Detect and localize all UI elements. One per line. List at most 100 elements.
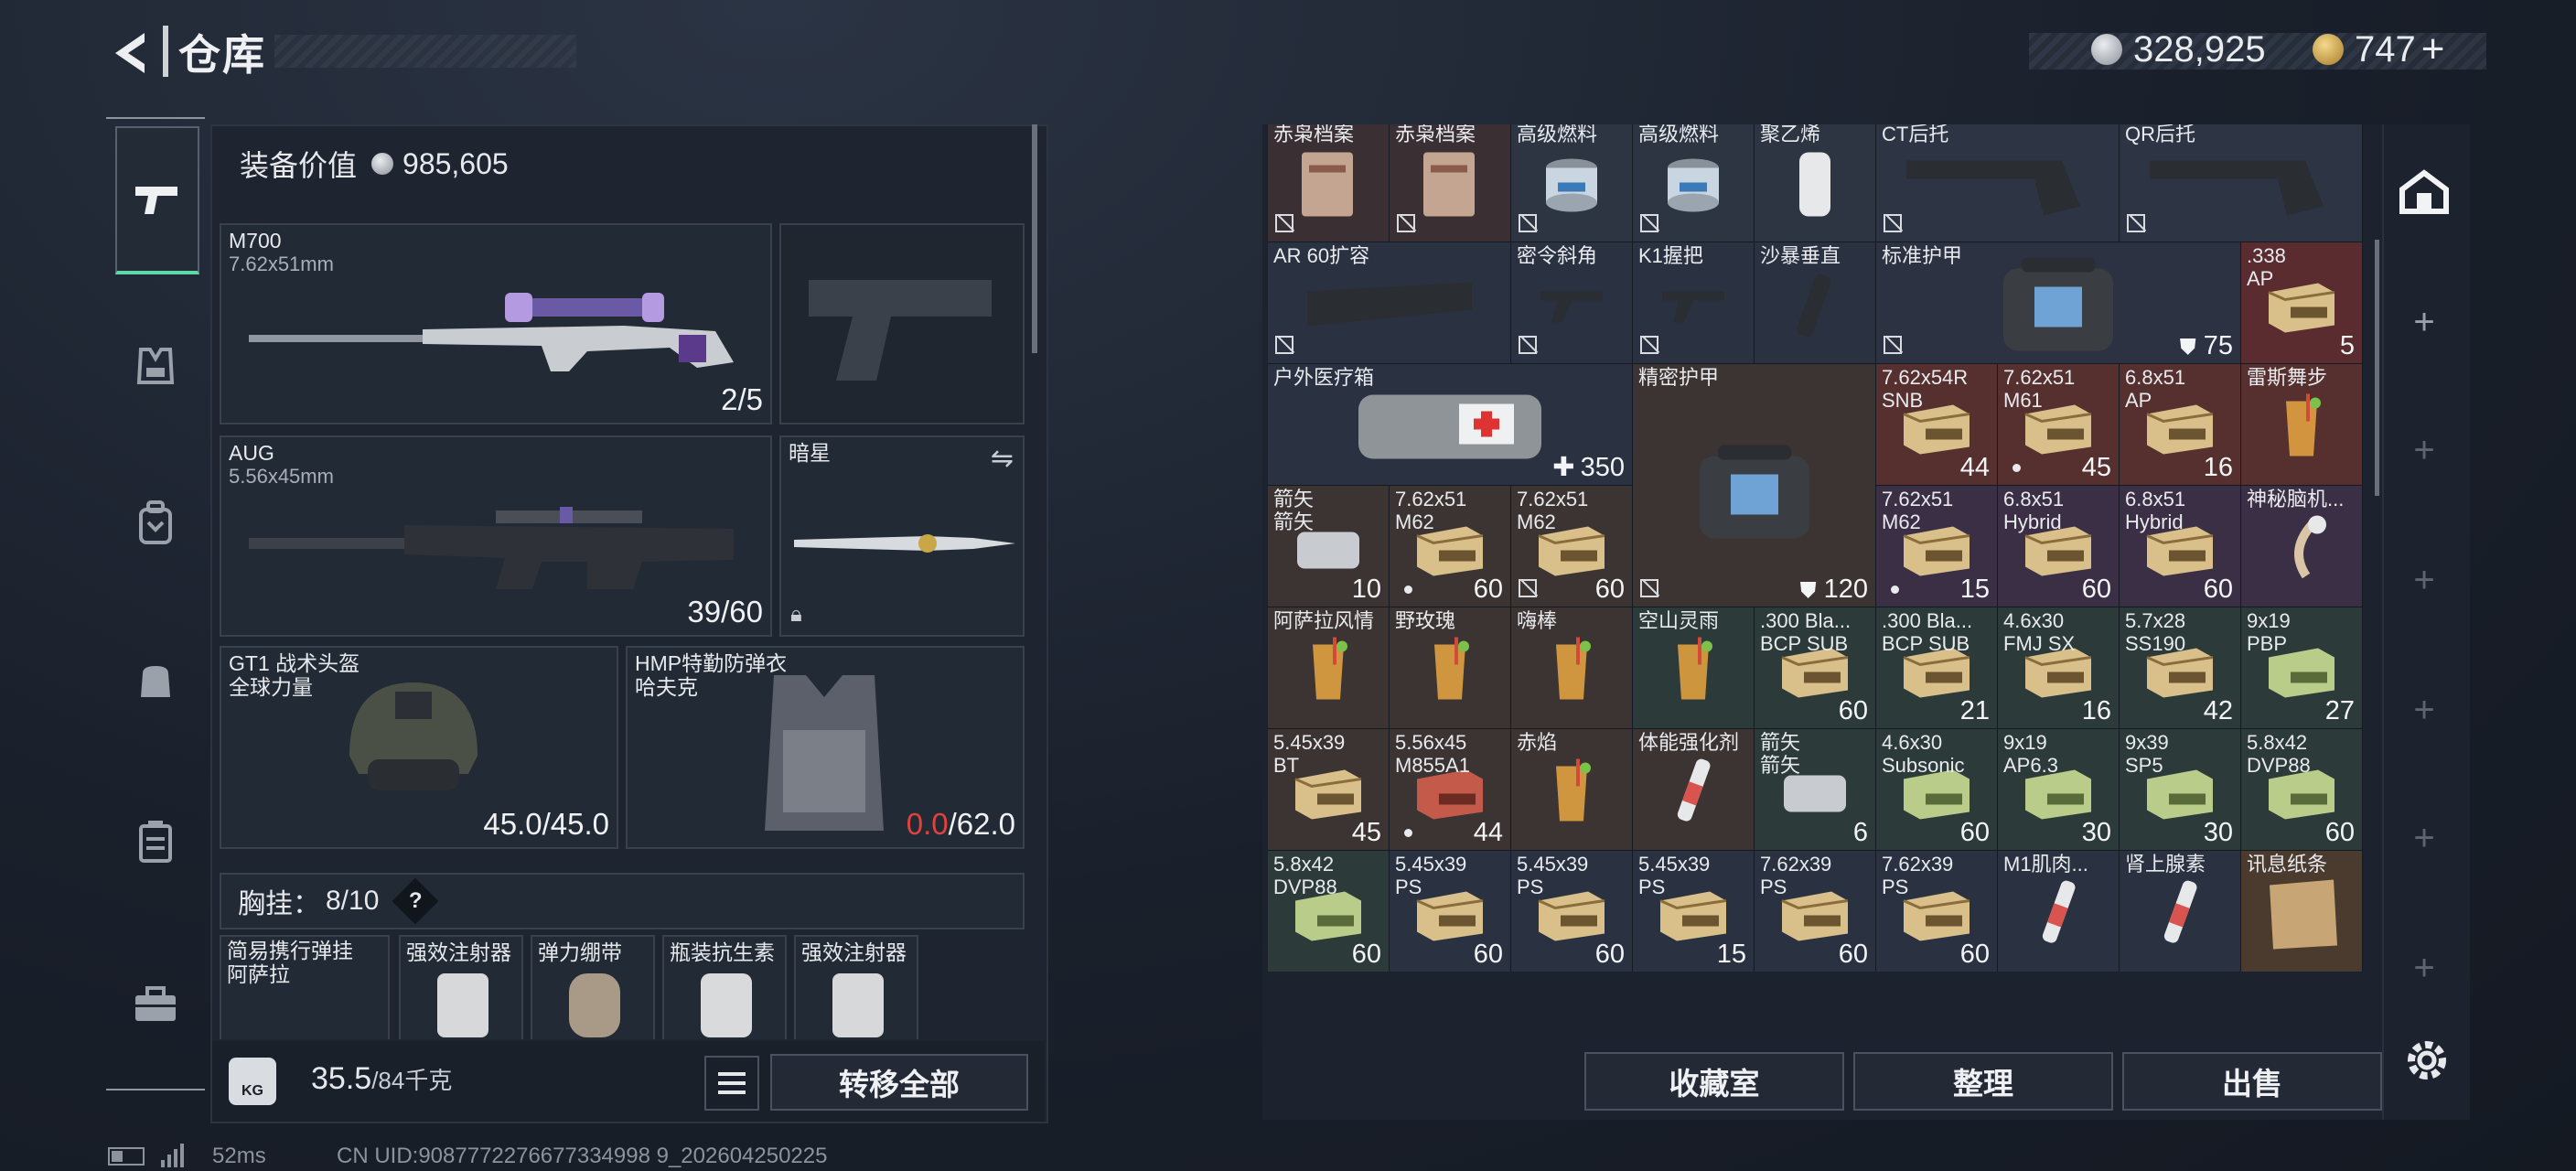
- inventory-item[interactable]: 7.62x54R SNB 44: [1876, 364, 1998, 486]
- inventory-item[interactable]: 7.62x39 PS 60: [1876, 851, 1998, 972]
- add-gold-icon[interactable]: +: [2421, 27, 2445, 72]
- nav-weapons[interactable]: [115, 126, 199, 274]
- inventory-item[interactable]: 沙暴垂直: [1755, 242, 1876, 364]
- inventory-item[interactable]: QR后托: [2120, 124, 2363, 242]
- item-count-value: 15: [1716, 940, 1746, 969]
- inventory-item[interactable]: .338 AP 5: [2241, 242, 2363, 364]
- inventory-item[interactable]: 6.8x51 Hybrid 60: [1998, 486, 2120, 607]
- inventory-item[interactable]: 神秘脑机...: [2241, 486, 2363, 607]
- inventory-scrollbar[interactable]: [2375, 240, 2379, 496]
- gear-scrollbar[interactable]: [1032, 124, 1037, 353]
- inventory-item[interactable]: 7.62x51 M62 60: [1390, 486, 1511, 607]
- nav-vest[interactable]: [115, 326, 196, 406]
- item-count: 60: [1474, 575, 1503, 605]
- inventory-item[interactable]: .300 Bla... BCP SUB 60: [1755, 607, 1876, 729]
- inventory-item[interactable]: 赤枭档案: [1268, 124, 1390, 242]
- inventory-item[interactable]: 雷斯舞步: [2241, 364, 2363, 486]
- inventory-item[interactable]: 标准护甲 ⛊ 75: [1876, 242, 2241, 364]
- inventory-item[interactable]: 野玫瑰: [1390, 607, 1511, 729]
- nav-toolbox[interactable]: [115, 964, 196, 1045]
- collection-room-button[interactable]: 收藏室: [1584, 1052, 1844, 1111]
- inventory-item[interactable]: 赤焰: [1511, 729, 1633, 851]
- swap-icon[interactable]: ⇋: [991, 443, 1014, 475]
- melee-slot[interactable]: 暗星 ⇋ 🔒︎: [779, 435, 1025, 637]
- helmet-icon: [349, 682, 478, 790]
- inventory-item[interactable]: 6.8x51 AP 16: [2120, 364, 2241, 486]
- add-tab-icon[interactable]: +: [2388, 931, 2461, 1004]
- helmet-slot[interactable]: GT1 战术头盔 全球力量 45.0/45.0: [220, 646, 618, 849]
- item-count: 45: [2082, 453, 2111, 483]
- inventory-item[interactable]: 7.62x39 PS 60: [1755, 851, 1876, 972]
- inventory-item[interactable]: 体能强化剂: [1633, 729, 1755, 851]
- inventory-item[interactable]: 精密护甲 ⛊ 120: [1633, 364, 1876, 607]
- nav-case[interactable]: [115, 801, 196, 882]
- nav-pouch[interactable]: [115, 640, 196, 721]
- inventory-item[interactable]: 高级燃料: [1511, 124, 1633, 242]
- inventory-item[interactable]: 嗨棒: [1511, 607, 1633, 729]
- chest-rig-item[interactable]: 弹力绷带: [531, 935, 655, 1039]
- transfer-all-button[interactable]: 转移全部: [770, 1054, 1028, 1111]
- inventory-item[interactable]: 空山灵雨: [1633, 607, 1755, 729]
- inventory-item[interactable]: CT后托: [1876, 124, 2120, 242]
- inventory-item[interactable]: .300 Bla... BCP SUB 21: [1876, 607, 1998, 729]
- inventory-item[interactable]: 7.62x51 M61 45: [1998, 364, 2120, 486]
- inventory-item[interactable]: 密令斜角: [1511, 242, 1633, 364]
- inventory-item[interactable]: 高级燃料: [1633, 124, 1755, 242]
- pistol-slot[interactable]: [779, 223, 1025, 424]
- inventory-item[interactable]: 聚乙烯: [1755, 124, 1876, 242]
- inventory-item[interactable]: M1肌肉...: [1998, 851, 2120, 972]
- item-count: 60: [2325, 818, 2355, 848]
- item-count: 60: [1352, 940, 1381, 970]
- inventory-item[interactable]: 箭矢 箭矢 10: [1268, 486, 1390, 607]
- add-tab-icon[interactable]: +: [2388, 673, 2461, 747]
- inventory-item[interactable]: 4.6x30 FMJ SX 16: [1998, 607, 2120, 729]
- add-tab-icon[interactable]: +: [2388, 285, 2461, 359]
- chest-rig-bar[interactable]: 胸挂： 8/10 ?: [220, 873, 1025, 929]
- silver-coin-icon: [2091, 34, 2122, 65]
- back-arrow-icon[interactable]: [108, 27, 150, 79]
- list-icon[interactable]: [704, 1056, 759, 1111]
- inventory-item[interactable]: 5.7x28 SS190 42: [2120, 607, 2241, 729]
- inventory-item[interactable]: 5.8x42 DVP88 60: [1268, 851, 1390, 972]
- warehouse-tab-icon[interactable]: [2388, 156, 2461, 229]
- inventory-item[interactable]: 9x39 SP5 30: [2120, 729, 2241, 851]
- inventory-item[interactable]: 5.45x39 PS 15: [1633, 851, 1755, 972]
- inventory-item[interactable]: 5.45x39 PS 60: [1511, 851, 1633, 972]
- inventory-item[interactable]: K1握把: [1633, 242, 1755, 364]
- inventory-item[interactable]: 5.45x39 PS 60: [1390, 851, 1511, 972]
- inventory-item[interactable]: 阿萨拉风情: [1268, 607, 1390, 729]
- add-tab-icon[interactable]: +: [2388, 801, 2461, 875]
- inventory-item[interactable]: 7.62x51 M62 60: [1511, 486, 1633, 607]
- nav-backpack[interactable]: [115, 483, 196, 564]
- battery-icon: [108, 1147, 145, 1166]
- help-icon[interactable]: ?: [392, 877, 439, 925]
- inventory-item[interactable]: 6.8x51 Hybrid 60: [2120, 486, 2241, 607]
- inventory-item[interactable]: 5.8x42 DVP88 60: [2241, 729, 2363, 851]
- inventory-item[interactable]: 4.6x30 Subsonic 60: [1876, 729, 1998, 851]
- item-label: 7.62x39 PS: [1760, 853, 1832, 898]
- inventory-item[interactable]: AR 60扩容: [1268, 242, 1511, 364]
- settings-gear-icon[interactable]: [2402, 1036, 2452, 1085]
- inventory-item[interactable]: 5.56x45 M855A1 44: [1390, 729, 1511, 851]
- add-tab-icon[interactable]: +: [2388, 414, 2461, 487]
- inventory-item[interactable]: 5.45x39 BT 45: [1268, 729, 1390, 851]
- chest-rig-item[interactable]: 瓶装抗生素: [662, 935, 787, 1039]
- sort-button[interactable]: 整理: [1853, 1052, 2113, 1111]
- inventory-item[interactable]: 户外医疗箱 ✚ 350: [1268, 364, 1633, 486]
- chest-rig-item[interactable]: 简易携行弹挂 阿萨拉: [220, 935, 390, 1039]
- chest-rig-item[interactable]: 强效注射器: [794, 935, 918, 1039]
- inventory-item[interactable]: 肾上腺素: [2120, 851, 2241, 972]
- inventory-item[interactable]: 9x19 PBP 27: [2241, 607, 2363, 729]
- inventory-item[interactable]: 9x19 AP6.3 30: [1998, 729, 2120, 851]
- secondary-weapon-slot[interactable]: AUG 5.56x45mm 39/60: [220, 435, 772, 637]
- inventory-item[interactable]: 赤枭档案: [1390, 124, 1511, 242]
- add-tab-icon[interactable]: +: [2388, 543, 2461, 617]
- armor-slot[interactable]: HMP特勤防弹衣 哈夫克 0.0/62.0: [626, 646, 1025, 849]
- inventory-item[interactable]: 箭矢 箭矢 6: [1755, 729, 1876, 851]
- chest-rig-item[interactable]: 强效注射器: [399, 935, 523, 1039]
- gold-currency[interactable]: 747 +: [2313, 26, 2444, 73]
- inventory-item[interactable]: 讯息纸条: [2241, 851, 2363, 972]
- sell-button[interactable]: 出售: [2122, 1052, 2382, 1111]
- inventory-item[interactable]: 7.62x51 M62 15: [1876, 486, 1998, 607]
- primary-weapon-slot[interactable]: M700 7.62x51mm 2/5: [220, 223, 772, 424]
